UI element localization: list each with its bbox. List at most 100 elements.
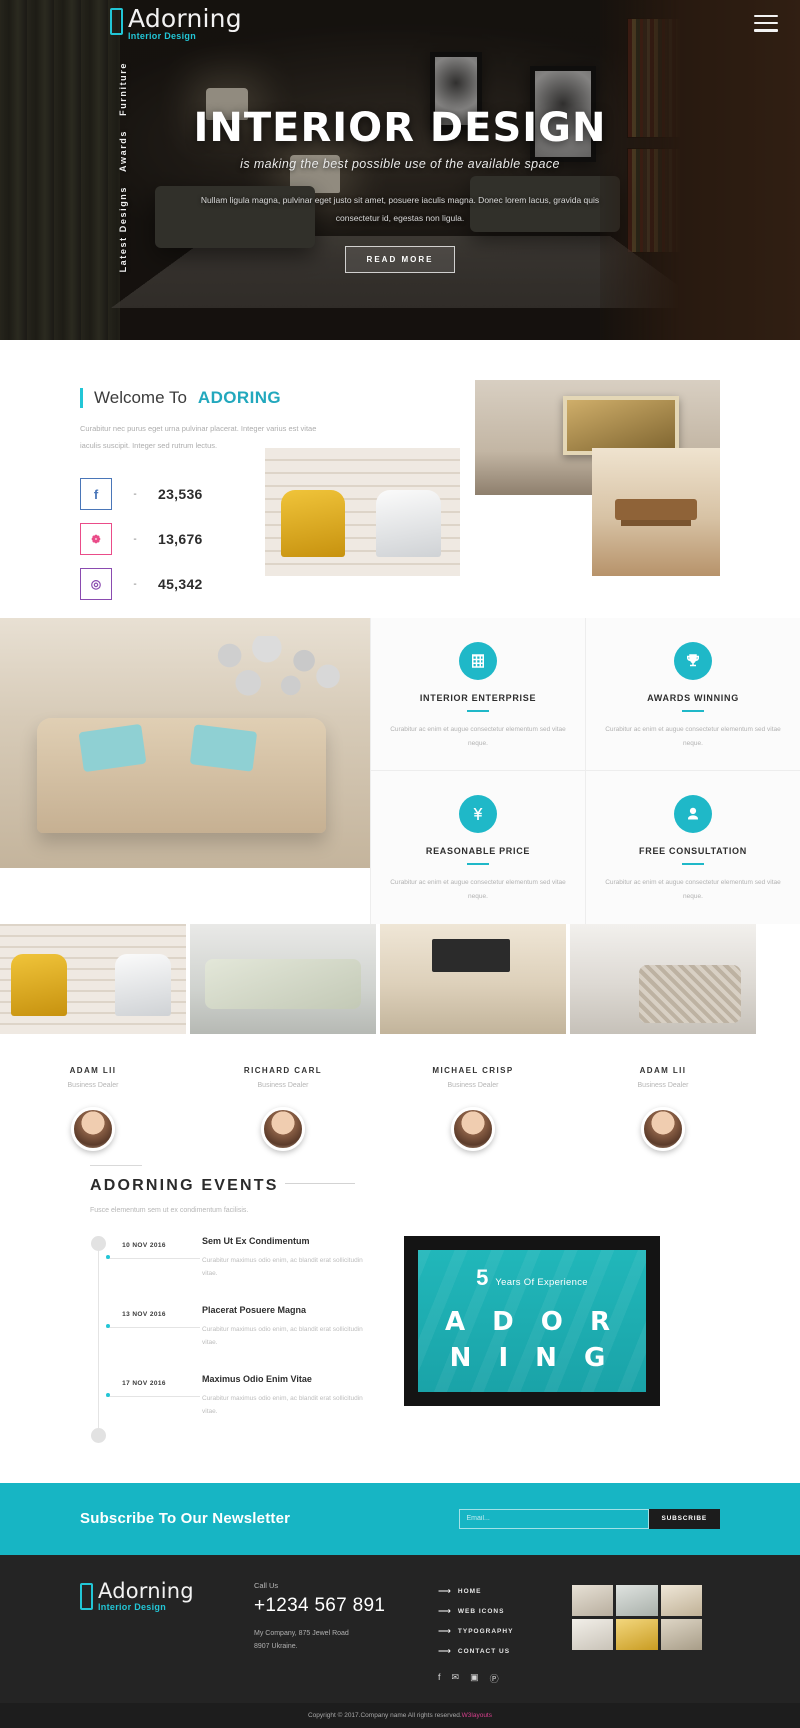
team-member-name: ADAM LII	[639, 1065, 687, 1075]
footer-logo[interactable]: Adorning Interior Design	[80, 1578, 230, 1612]
pinterest-icon[interactable]: Ⓟ	[490, 1672, 499, 1685]
team-card[interactable]: MICHAEL CRISP Business Dealer	[380, 923, 566, 1151]
timeline-item[interactable]: 10 NOV 2016 Sem Ut Ex Condimentum Curabi…	[90, 1236, 380, 1280]
team-member-name: ADAM LII	[69, 1065, 117, 1075]
menu-toggle-button[interactable]	[754, 14, 778, 32]
team-card[interactable]: ADAM LII Business Dealer	[0, 923, 186, 1151]
footer-logo-name: Adorning	[98, 1578, 194, 1603]
experience-label: Years Of Experience	[495, 1277, 588, 1289]
team-card[interactable]: ADAM LII Business Dealer	[570, 923, 756, 1151]
event-text: Curabitur maximus odio enim, ac blandit …	[202, 1256, 363, 1277]
hero-section: Adorning Interior Design Latest Designs …	[0, 0, 800, 340]
newsletter-form: SUBSCRIBE	[458, 1508, 720, 1529]
hero-title: INTERIOR DESIGN	[193, 105, 607, 151]
footer-link-label: CONTACT US	[457, 1647, 511, 1655]
logo-bracket-icon	[110, 7, 123, 35]
footer-thumbnail[interactable]	[616, 1618, 658, 1650]
event-text: Curabitur maximus odio enim, ac blandit …	[202, 1325, 363, 1346]
trophy-icon	[674, 642, 712, 680]
team-member-role: Business Dealer	[67, 1081, 119, 1089]
footer-link-web-icons[interactable]: ⟶ WEB ICONS	[438, 1606, 548, 1616]
team-photo-chairs	[0, 923, 186, 1034]
logo-tagline: Interior Design	[128, 30, 197, 41]
teal-pillow-right	[190, 724, 258, 772]
experience-brand: A D O R N I N G	[445, 1305, 619, 1375]
events-title-rule	[284, 1182, 355, 1184]
team-member-role: Business Dealer	[447, 1081, 499, 1089]
footer-thumbnail[interactable]	[616, 1584, 658, 1616]
avatar	[451, 1106, 495, 1151]
event-date: 13 NOV 2016	[122, 1310, 166, 1318]
burger-line-3	[754, 29, 778, 32]
footer-link-contact-us[interactable]: ⟶ CONTACT US	[438, 1646, 548, 1656]
feature-text: Curabitur ac enim et augue consectetur e…	[390, 726, 566, 747]
team-member-name: RICHARD CARL	[243, 1065, 323, 1075]
avatar	[71, 1106, 115, 1151]
footer-thumbnail[interactable]	[572, 1584, 614, 1616]
collage-image-chairs	[265, 448, 460, 576]
facebook-icon: f	[80, 478, 112, 510]
call-us-label: Call Us	[254, 1580, 279, 1590]
timeline-connector	[106, 1395, 200, 1397]
events-timeline: 10 NOV 2016 Sem Ut Ex Condimentum Curabi…	[80, 1235, 380, 1443]
footer-contact-column: Call Us +1234 567 891 My Company, 875 Je…	[254, 1581, 414, 1654]
arrow-right-icon: ⟶	[438, 1585, 451, 1596]
team-member-role: Business Dealer	[257, 1081, 309, 1089]
feature-title: REASONABLE PRICE	[425, 846, 531, 857]
page-root: Adorning Interior Design Latest Designs …	[0, 0, 800, 1728]
footer-links-column: ⟶ HOME ⟶ WEB ICONS ⟶ TYPOGRAPHY ⟶ CONTAC…	[438, 1581, 548, 1685]
footer-section: Adorning Interior Design Call Us +1234 5…	[0, 1554, 800, 1703]
copyright-text: Copyright © 2017.Company name All rights…	[0, 1712, 800, 1719]
footer-link-typography[interactable]: ⟶ TYPOGRAPHY	[438, 1625, 548, 1636]
instagram-icon[interactable]: ▣	[470, 1672, 479, 1685]
feature-text: Curabitur ac enim et augue consectetur e…	[605, 879, 781, 900]
welcome-title-prefix: Welcome To	[94, 388, 187, 407]
address-line-2: 8907 Ukraine.	[254, 1642, 298, 1650]
feature-card-free-consultation[interactable]: FREE CONSULTATION Curabitur ac enim et a…	[585, 771, 800, 924]
stat-dash: -	[133, 488, 137, 500]
credit-link[interactable]: W3layouts	[462, 1712, 492, 1719]
yen-currency-icon	[459, 795, 497, 834]
feature-text: Curabitur ac enim et augue consectetur e…	[390, 879, 566, 900]
timeline-connector	[106, 1257, 200, 1259]
team-card[interactable]: RICHARD CARL Business Dealer	[190, 923, 376, 1151]
feature-title: FREE CONSULTATION	[639, 846, 747, 857]
collage-image-dining	[592, 448, 720, 576]
features-grid: INTERIOR ENTERPRISE Curabitur ac enim et…	[370, 618, 800, 924]
footer-brand-column: Adorning Interior Design	[80, 1578, 230, 1612]
timeline-item[interactable]: 17 NOV 2016 Maximus Odio Enim Vitae Cura…	[90, 1374, 380, 1418]
welcome-title: Welcome To ADORING	[80, 388, 345, 408]
phone-number[interactable]: +1234 567 891	[254, 1595, 414, 1617]
feature-card-awards-winning[interactable]: AWARDS WINNING Curabitur ac enim et augu…	[585, 618, 800, 772]
newsletter-email-input[interactable]	[458, 1508, 649, 1529]
hero-paragraph: Nullam ligula magna, pulvinar eget justo…	[200, 195, 600, 223]
footer-thumbnail[interactable]	[660, 1584, 702, 1616]
welcome-title-brand: ADORING	[197, 388, 281, 407]
team-photo-living-room	[380, 923, 566, 1034]
footer-link-home[interactable]: ⟶ HOME	[438, 1585, 548, 1596]
timeline-item[interactable]: 13 NOV 2016 Placerat Posuere Magna Curab…	[90, 1305, 380, 1349]
feature-card-interior-enterprise[interactable]: INTERIOR ENTERPRISE Curabitur ac enim et…	[370, 618, 585, 772]
site-logo[interactable]: Adorning Interior Design	[110, 6, 242, 41]
stat-dash: -	[133, 533, 137, 545]
events-section: ADORNING EVENTS Fusce elementum sem ut e…	[0, 1129, 800, 1483]
feature-title: INTERIOR ENTERPRISE	[419, 693, 537, 703]
feature-card-reasonable-price[interactable]: REASONABLE PRICE Curabitur ac enim et au…	[370, 771, 585, 924]
read-more-button[interactable]: READ MORE	[345, 245, 455, 273]
feature-divider	[682, 710, 704, 712]
events-top-rule	[90, 1164, 142, 1166]
facebook-icon[interactable]: f	[438, 1672, 441, 1685]
event-date: 17 NOV 2016	[122, 1379, 166, 1387]
team-photo-bedroom	[190, 923, 376, 1034]
subscribe-button[interactable]: SUBSCRIBE	[648, 1508, 720, 1529]
twitter-icon[interactable]: ✉	[452, 1672, 460, 1685]
team-member-name: MICHAEL CRISP	[432, 1065, 514, 1075]
footer-thumbnail[interactable]	[660, 1618, 702, 1650]
experience-banner: 5 Years Of Experience A D O R N I N G	[404, 1235, 660, 1406]
footer-thumbnail[interactable]	[572, 1618, 614, 1650]
footer-link-label: TYPOGRAPHY	[457, 1627, 514, 1635]
logo-bracket-icon	[80, 1582, 93, 1610]
arrow-right-icon: ⟶	[438, 1625, 451, 1636]
footer-link-label: WEB ICONS	[457, 1607, 505, 1615]
stat-dash: -	[133, 578, 137, 590]
